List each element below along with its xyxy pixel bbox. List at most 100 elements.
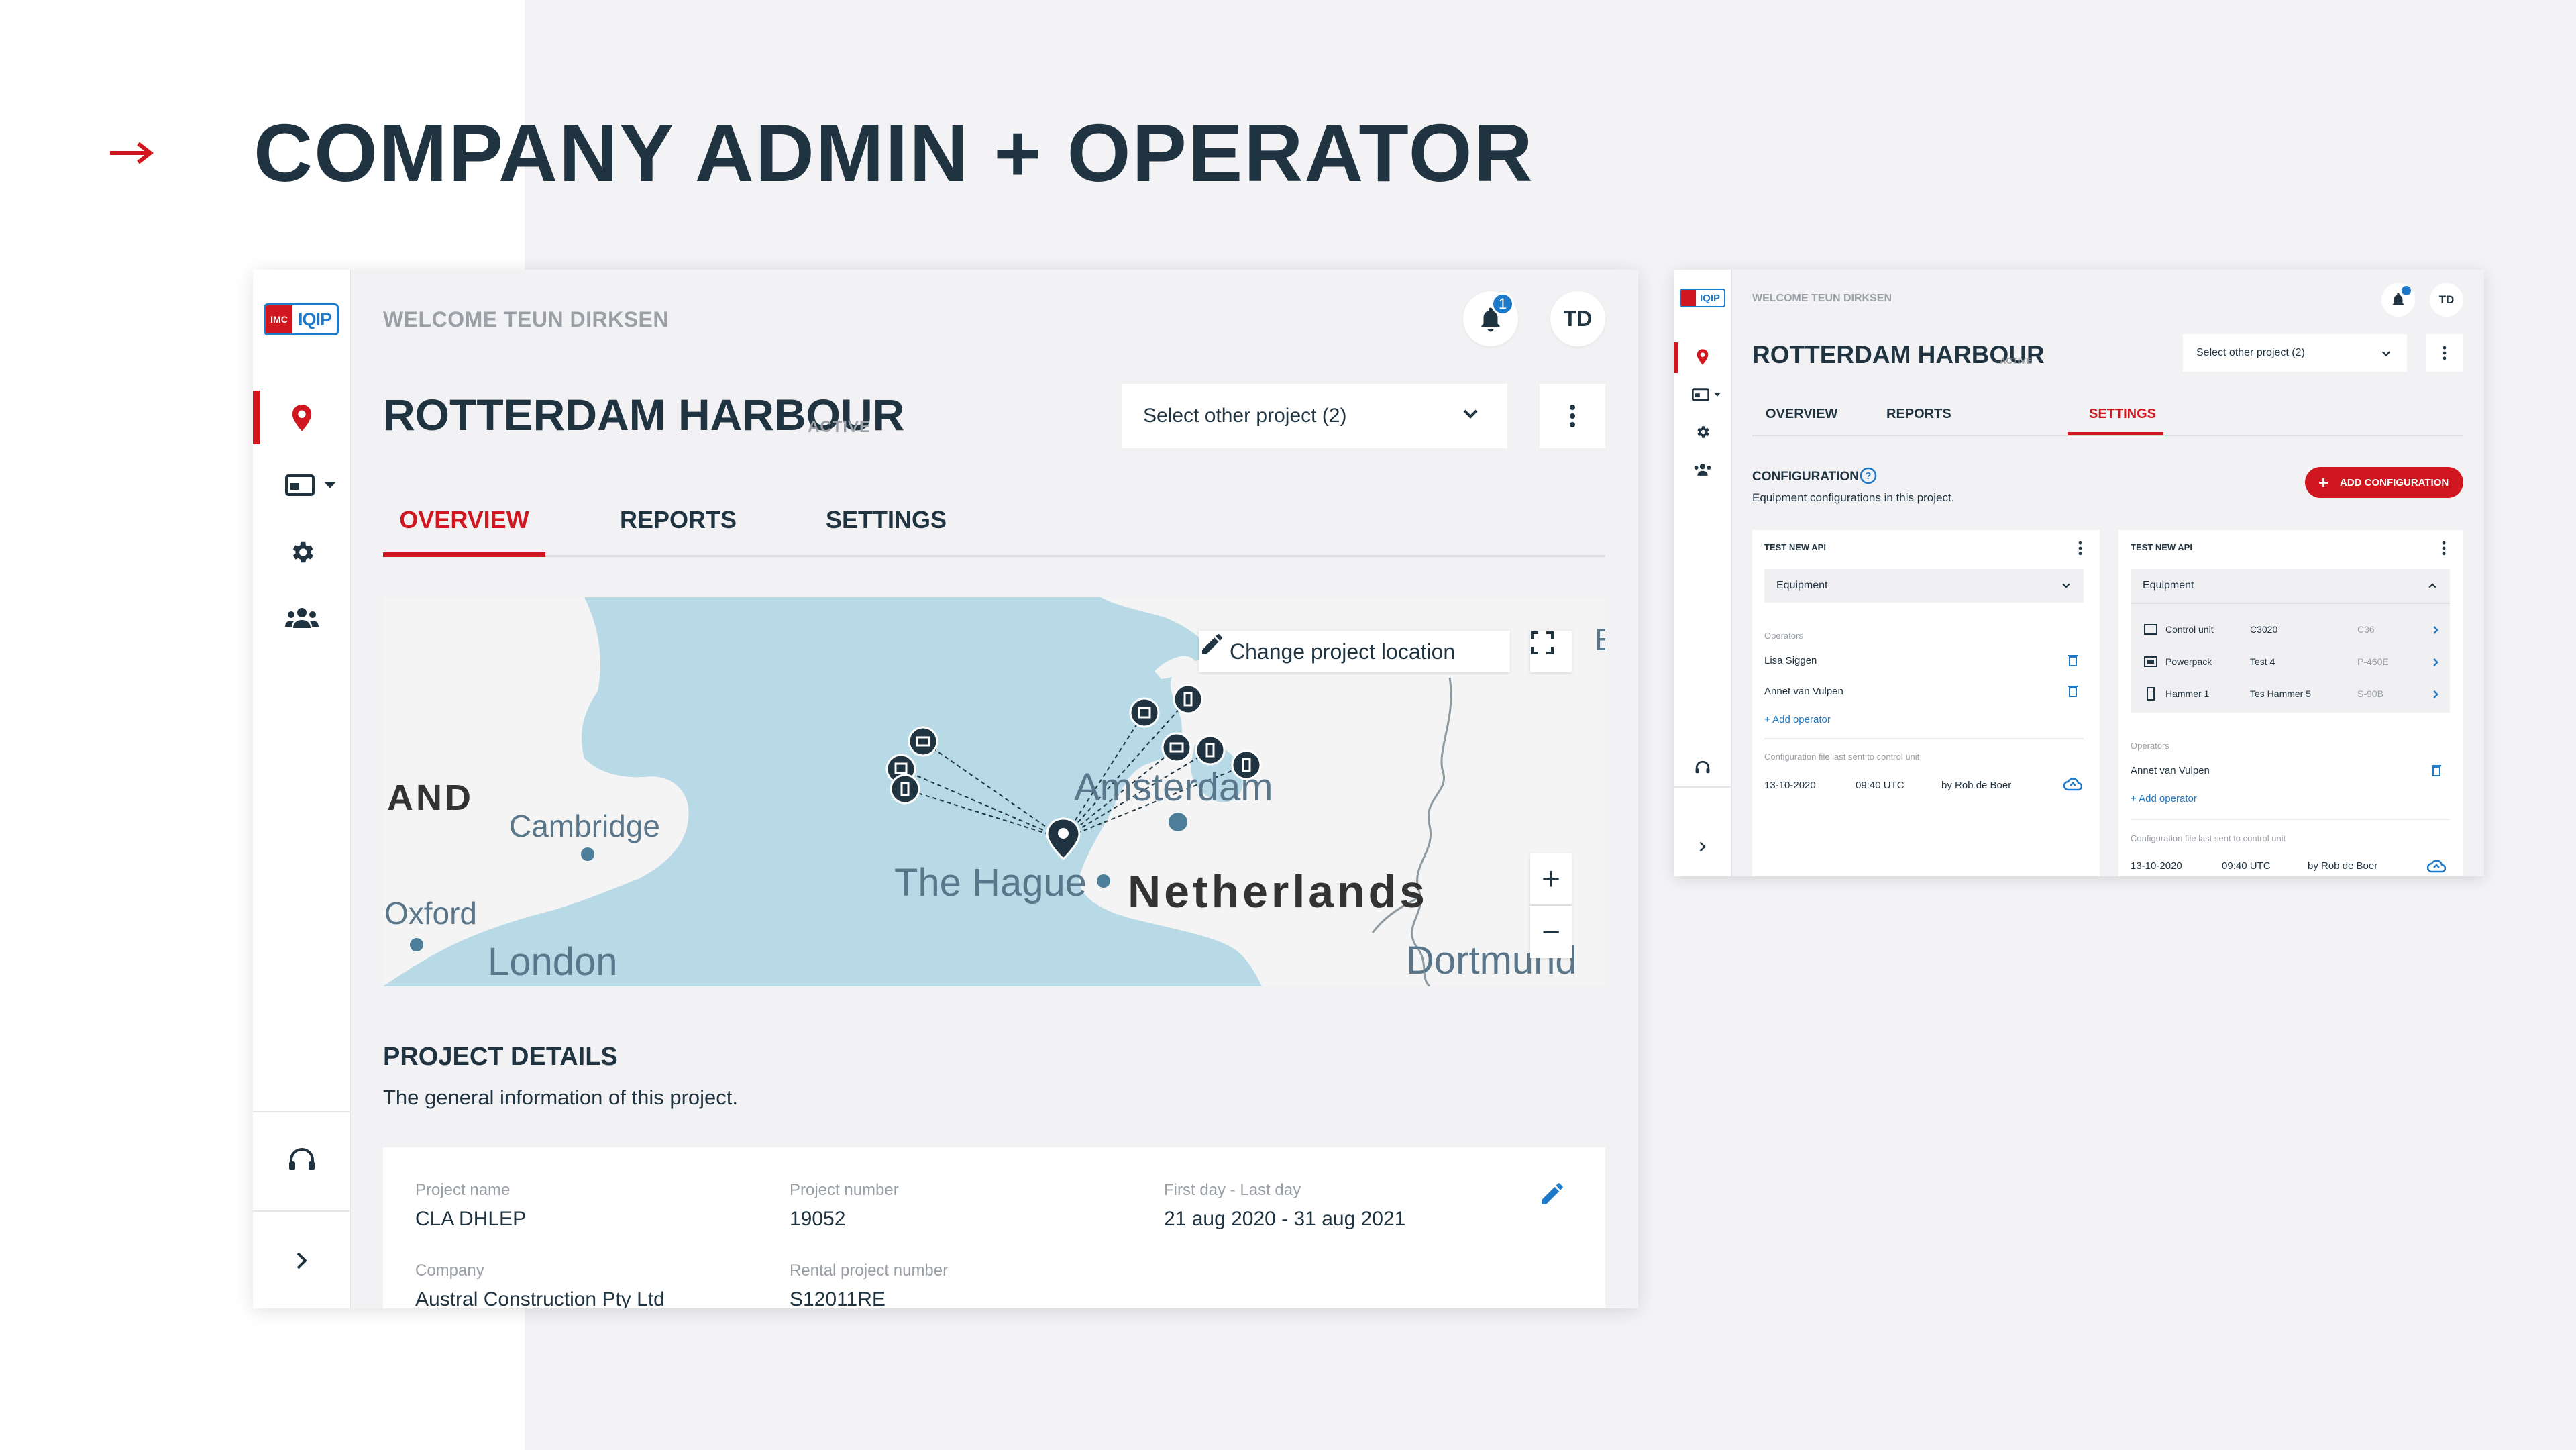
map-label-edge: E <box>1595 622 1605 657</box>
map-label-amsterdam: Amsterdam <box>1074 766 1273 809</box>
chevron-right-icon[interactable] <box>2432 690 2439 699</box>
user-initials: TD <box>1563 306 1593 331</box>
equipment-type: Control unit <box>2165 624 2214 635</box>
operator-name: Lisa Siggen <box>1764 655 1817 666</box>
tab-overview[interactable]: OVERVIEW <box>383 502 545 557</box>
add-operator-link[interactable]: + Add operator <box>2131 793 2197 805</box>
edit-pencil-icon[interactable] <box>1538 1180 1566 1208</box>
field-value-project-name: CLA DHLEP <box>415 1208 527 1230</box>
notifications-button[interactable]: 1 <box>1463 291 1518 346</box>
gear-icon[interactable] <box>1692 421 1713 443</box>
equipment-dropdown[interactable]: Equipment <box>1764 569 2084 603</box>
sidebar-active-indicator <box>253 391 260 444</box>
add-configuration-button[interactable]: + ADD CONFIGURATION <box>2305 467 2463 498</box>
users-group-icon[interactable] <box>285 601 319 635</box>
tab-reports[interactable]: REPORTS <box>1886 407 1951 422</box>
trash-icon[interactable] <box>2431 764 2442 777</box>
field-label-company: Company <box>415 1261 484 1280</box>
add-operator-link[interactable]: + Add operator <box>1764 714 1831 725</box>
chevron-up-icon <box>2428 583 2436 588</box>
last-sent-by: by Rob de Boer <box>2308 860 2378 872</box>
location-pin-icon[interactable] <box>1692 346 1713 368</box>
operators-label: Operators <box>1764 631 1803 641</box>
help-icon[interactable]: ? <box>1860 467 1877 484</box>
zoom-in-button[interactable]: + <box>1530 853 1572 906</box>
map-label-cambridge: Cambridge <box>509 809 660 843</box>
sidebar-divider <box>253 1210 351 1212</box>
last-sent-time: 09:40 UTC <box>1856 780 1904 791</box>
gear-icon[interactable] <box>285 535 319 569</box>
more-vertical-icon[interactable] <box>2078 541 2082 556</box>
trash-icon[interactable] <box>2068 654 2078 667</box>
configuration-card: TEST NEW API Equipment Control unit C302… <box>2118 530 2463 876</box>
tab-reports[interactable]: REPORTS <box>611 502 745 557</box>
tab-settings[interactable]: SETTINGS <box>2089 407 2156 422</box>
fullscreen-button[interactable] <box>1530 631 1572 672</box>
configuration-subtitle: Equipment configurations in this project… <box>1752 491 1955 504</box>
company-logo[interactable]: IMC IQIP <box>264 303 339 335</box>
more-options-button[interactable] <box>2426 334 2463 372</box>
expand-chevron-icon[interactable] <box>285 1244 319 1278</box>
equipment-type: Hammer 1 <box>2165 688 2210 699</box>
tab-bar: OVERVIEW REPORTS SETTINGS <box>383 502 1605 557</box>
cloud-upload-icon[interactable] <box>2063 777 2082 792</box>
select-project-dropdown[interactable]: Select other project (2) <box>1122 384 1507 448</box>
last-sent-time: 09:40 UTC <box>2222 860 2271 872</box>
equipment-code: C36 <box>2357 624 2375 635</box>
notification-badge: 1 <box>1491 293 1514 315</box>
configuration-title: CONFIGURATION <box>1752 470 1860 484</box>
zoom-out-button[interactable]: − <box>1530 906 1572 958</box>
project-map[interactable]: AND Cambridge Oxford London The Hague Am… <box>383 597 1605 986</box>
equipment-code: S-90B <box>2357 688 2383 699</box>
company-logo[interactable]: IQIP <box>1680 289 1725 307</box>
change-location-button[interactable]: Change project location <box>1199 631 1510 672</box>
main-app-window: IMC IQIP WELCOME TEUN DIRKSEN 1 TD ROTTE… <box>253 270 1638 1308</box>
equipment-name: Test 4 <box>2250 656 2275 667</box>
expand-chevron-icon[interactable] <box>1692 836 1713 858</box>
location-pin-icon[interactable] <box>285 401 319 435</box>
cloud-upload-icon[interactable] <box>2427 859 2446 874</box>
sidebar-active-indicator <box>1674 342 1678 373</box>
slide-title: COMPANY ADMIN + OPERATOR <box>254 107 1534 199</box>
welcome-text: WELCOME TEUN DIRKSEN <box>383 307 669 331</box>
chevron-right-icon[interactable] <box>2432 658 2439 667</box>
project-details-title: PROJECT DETAILS <box>383 1043 618 1071</box>
equipment-dropdown[interactable]: Equipment <box>2131 569 2450 603</box>
configuration-card-name: TEST NEW API <box>2131 542 2192 552</box>
select-project-dropdown[interactable]: Select other project (2) <box>2183 334 2407 372</box>
field-value-company: Austral Construction Pty Ltd <box>415 1288 665 1308</box>
logo-imc: IMC <box>266 305 292 333</box>
more-options-button[interactable] <box>1540 384 1605 448</box>
chevron-right-icon[interactable] <box>2432 625 2439 635</box>
user-avatar[interactable]: TD <box>1550 291 1605 346</box>
equipment-code: P-460E <box>2357 656 2389 667</box>
map-label-england: AND <box>387 778 474 818</box>
more-vertical-icon[interactable] <box>2442 541 2446 556</box>
zoom-controls: + − <box>1530 853 1572 958</box>
powerpack-icon <box>2144 656 2157 667</box>
tab-settings[interactable]: SETTINGS <box>819 502 953 557</box>
field-value-date-range: 21 aug 2020 - 31 aug 2021 <box>1164 1208 1406 1230</box>
chevron-down-icon <box>2062 583 2070 588</box>
welcome-text: WELCOME TEUN DIRKSEN <box>1752 293 1892 304</box>
field-value-rental-number: S12011RE <box>790 1288 885 1308</box>
user-avatar[interactable]: TD <box>2430 283 2463 317</box>
tab-bar: OVERVIEW REPORTS SETTINGS <box>1752 401 2463 436</box>
support-headset-icon[interactable] <box>285 1143 319 1177</box>
support-headset-icon[interactable] <box>1692 757 1713 778</box>
equipment-dropdown-icon[interactable] <box>285 468 339 502</box>
trash-icon[interactable] <box>2068 684 2078 698</box>
map-label-london: London <box>488 940 618 984</box>
logo-iqip: IQIP <box>1699 292 1720 304</box>
select-project-label: Select other project (2) <box>2196 347 2305 358</box>
equipment-name: Tes Hammer 5 <box>2250 688 2312 699</box>
fullscreen-icon <box>1531 631 1554 654</box>
notifications-button[interactable] <box>2381 283 2415 317</box>
tab-overview[interactable]: OVERVIEW <box>1766 407 1837 422</box>
equipment-dropdown-icon[interactable] <box>1692 384 1725 405</box>
sidebar: IMC IQIP <box>253 270 351 1308</box>
last-sent-date: 13-10-2020 <box>1764 780 1816 791</box>
last-sent-label: Configuration file last sent to control … <box>2131 833 2286 843</box>
users-group-icon[interactable] <box>1692 459 1713 480</box>
active-tab-underline <box>2068 432 2163 435</box>
